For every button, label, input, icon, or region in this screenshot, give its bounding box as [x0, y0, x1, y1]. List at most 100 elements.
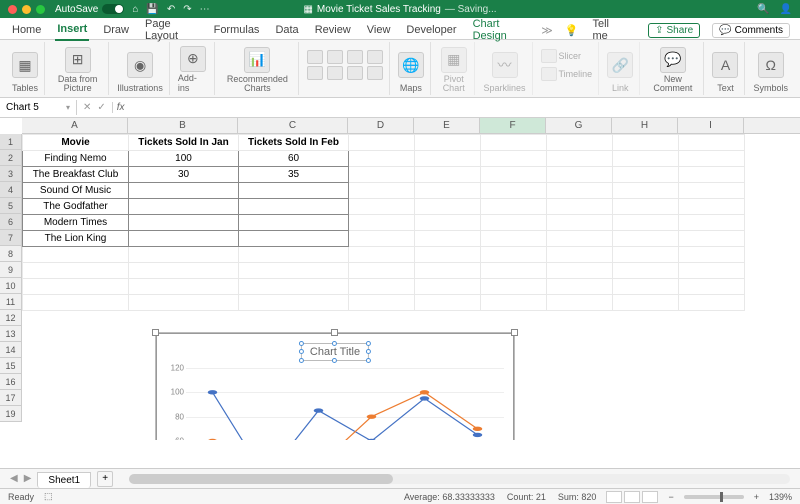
cell[interactable] [481, 279, 547, 295]
row-header[interactable]: 13 [0, 326, 22, 342]
cell[interactable] [349, 263, 415, 279]
addins-icon[interactable]: ⊕ [180, 46, 206, 72]
cell[interactable] [415, 183, 481, 199]
rec-charts-icon[interactable]: 📊 [244, 47, 270, 73]
col-header-e[interactable]: E [414, 118, 480, 133]
cell[interactable] [613, 247, 679, 263]
cell[interactable]: Movie [23, 135, 129, 151]
cell[interactable] [349, 295, 415, 311]
cancel-icon[interactable]: ✕ [83, 102, 91, 113]
cell[interactable] [415, 231, 481, 247]
cell[interactable] [349, 279, 415, 295]
cell[interactable] [415, 199, 481, 215]
prev-sheet-icon[interactable]: ◀ [10, 473, 18, 484]
cell[interactable] [547, 151, 613, 167]
autosave-toggle[interactable]: AutoSave [55, 4, 124, 15]
row-header[interactable]: 11 [0, 294, 22, 310]
symbols-icon[interactable]: Ω [758, 52, 784, 78]
cell[interactable] [239, 231, 349, 247]
cell[interactable] [613, 231, 679, 247]
pie-chart-icon[interactable] [347, 50, 363, 64]
cell[interactable] [415, 215, 481, 231]
cell[interactable] [481, 151, 547, 167]
cell[interactable] [481, 247, 547, 263]
cells[interactable]: MovieTickets Sold In JanTickets Sold In … [22, 134, 745, 311]
cell[interactable] [679, 295, 745, 311]
bar-chart-icon[interactable] [367, 50, 383, 64]
tab-home[interactable]: Home [10, 22, 43, 40]
next-sheet-icon[interactable]: ▶ [24, 473, 32, 484]
cell[interactable]: 100 [129, 151, 239, 167]
cell[interactable] [415, 279, 481, 295]
row-header[interactable]: 14 [0, 342, 22, 358]
cell[interactable] [481, 135, 547, 151]
col-header-d[interactable]: D [348, 118, 414, 133]
resize-handle[interactable] [331, 329, 338, 336]
tab-formulas[interactable]: Formulas [212, 22, 262, 40]
cell[interactable] [415, 135, 481, 151]
cell[interactable] [415, 295, 481, 311]
zoom-slider[interactable] [684, 495, 744, 499]
col-header-a[interactable]: A [22, 118, 128, 133]
zoom-level[interactable]: 139% [769, 492, 792, 502]
cell[interactable] [679, 199, 745, 215]
tab-draw[interactable]: Draw [101, 22, 131, 40]
row-header[interactable]: 2 [0, 150, 22, 166]
cell[interactable] [239, 247, 349, 263]
combo-chart-icon[interactable] [347, 66, 363, 80]
cell[interactable] [679, 263, 745, 279]
cell[interactable] [415, 151, 481, 167]
row-header[interactable]: 17 [0, 390, 22, 406]
chevron-down-icon[interactable]: ▾ [66, 103, 70, 112]
cell[interactable]: 60 [239, 151, 349, 167]
worksheet-grid[interactable]: A B C D E F G H I 1 2 3 4 5 6 7 8 9 10 1… [0, 118, 800, 440]
page-layout-view-button[interactable] [624, 491, 640, 503]
redo-icon[interactable]: ↷ [183, 4, 191, 15]
cell[interactable] [349, 183, 415, 199]
cell[interactable] [349, 151, 415, 167]
cell[interactable] [547, 167, 613, 183]
cell[interactable]: The Breakfast Club [23, 167, 129, 183]
col-header-c[interactable]: C [238, 118, 348, 133]
chart-plot-area[interactable]: 120 100 80 60 40 20 0 Finding Nemo The B… [186, 368, 504, 440]
cell[interactable] [481, 215, 547, 231]
cell[interactable] [129, 199, 239, 215]
cell[interactable] [613, 135, 679, 151]
hierarchy-chart-icon[interactable] [307, 66, 323, 80]
line-chart-icon[interactable] [327, 50, 343, 64]
toggle-switch[interactable] [102, 4, 124, 14]
new-comment-icon[interactable]: 💬 [660, 47, 686, 73]
cell[interactable] [349, 215, 415, 231]
cell[interactable] [679, 135, 745, 151]
cell[interactable]: 30 [129, 167, 239, 183]
enter-icon[interactable]: ✓ [97, 102, 105, 113]
zoom-out-button[interactable]: − [668, 492, 673, 502]
resize-handle[interactable] [152, 329, 159, 336]
cell[interactable] [613, 183, 679, 199]
horizontal-scrollbar[interactable] [129, 474, 790, 484]
page-break-view-button[interactable] [642, 491, 658, 503]
chart-object[interactable]: Chart Title 120 100 80 60 40 20 0 [155, 332, 515, 440]
row-header[interactable]: 12 [0, 310, 22, 326]
tab-data[interactable]: Data [273, 22, 300, 40]
cell[interactable]: The Godfather [23, 199, 129, 215]
more-icon[interactable]: ⋯ [200, 4, 210, 15]
sheet-tab[interactable]: Sheet1 [37, 472, 91, 488]
cell[interactable] [481, 295, 547, 311]
search-icon[interactable]: 🔍 [757, 4, 769, 15]
tables-icon[interactable]: ▦ [12, 52, 38, 78]
add-sheet-button[interactable]: + [97, 471, 113, 487]
row-header[interactable]: 4 [0, 182, 22, 198]
row-header[interactable]: 1 [0, 134, 22, 150]
maps-icon[interactable]: 🌐 [398, 52, 424, 78]
cell[interactable]: Modern Times [23, 215, 129, 231]
name-box[interactable]: Chart 5▾ [0, 100, 77, 115]
cell[interactable] [23, 247, 129, 263]
cell[interactable] [349, 167, 415, 183]
accessibility-icon[interactable]: ⬚ [44, 491, 53, 502]
user-icon[interactable]: 👤 [780, 4, 792, 15]
cell[interactable] [129, 215, 239, 231]
col-header-h[interactable]: H [612, 118, 678, 133]
text-icon[interactable]: A [712, 52, 738, 78]
cell[interactable] [679, 215, 745, 231]
